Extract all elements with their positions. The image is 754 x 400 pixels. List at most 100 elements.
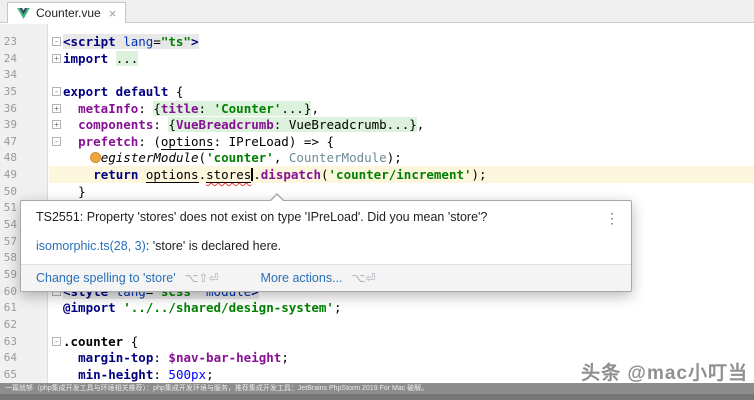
code-token: , [417,117,425,132]
kebab-menu-icon[interactable]: ⋮ [595,210,619,227]
code-line[interactable]: export default { [63,83,183,100]
line-number: 36 [2,101,17,116]
code-token: 500px [168,367,206,382]
line-number: 51 [2,200,17,215]
line-number: 63 [2,334,17,349]
code-token: { [153,101,161,116]
code-token: . [199,167,207,182]
fold-marker[interactable]: - [52,87,61,96]
line-number: 60 [2,284,17,299]
line-number: 54 [2,217,17,232]
code-row: 61 @import '../../shared/design-system'; [0,299,754,316]
code-token: title [161,101,199,116]
fold-marker[interactable]: + [52,120,61,129]
change-spelling-action[interactable]: Change spelling to 'store' [36,271,176,285]
ide-window: Counter.vue × 23-<script lang="ts">24+im… [0,0,754,400]
code-line[interactable]: <script lang="ts"> [63,33,199,50]
code-row: 34 [0,66,754,83]
line-number: 49 [2,167,17,182]
code-token: dispatch [261,167,321,182]
error-tooltip: TS2551: Property 'stores' does not exist… [20,200,632,292]
code-token: : [199,101,214,116]
code-token: : [138,101,153,116]
code-token: 'counter' [206,150,274,165]
line-number: 23 [2,34,17,49]
code-row: 39+components: {VueBreadcrumb: VueBreadc… [0,116,754,133]
code-token: : IPreLoad) => { [214,134,334,149]
code-token: ); [387,150,402,165]
code-token: margin-top [78,350,153,365]
tab-counter-vue[interactable]: Counter.vue × [7,2,126,23]
code-token: ; [334,300,342,315]
code-line[interactable]: metaInfo: {title: 'Counter'...}, [78,100,319,117]
code-row: 24+import ... [0,50,754,67]
code-token: 'Counter' [214,101,282,116]
code-token: "ts" [161,34,191,49]
line-number: 64 [2,350,17,365]
code-token: stores [206,167,251,183]
caption-bar: 一篇就够（php集成开发工具与环境相关推荐）：php集成开发环境与服务，推荐集成… [0,383,754,400]
line-number: 35 [2,84,17,99]
code-line[interactable]: margin-top: $nav-bar-height; [78,349,289,366]
editor-tab-bar: Counter.vue × [0,0,754,23]
fold-marker[interactable]: - [52,137,61,146]
code-token: { [123,334,138,349]
line-number: 58 [2,250,17,265]
code-token: lang [123,34,153,49]
code-line[interactable]: min-height: 500px; [78,366,214,383]
fold-marker[interactable]: - [52,337,61,346]
tab-title: Counter.vue [36,6,101,20]
code-line[interactable]: } [78,183,86,200]
fold-marker[interactable]: - [52,37,61,46]
code-row: 23 -<script lang="ts"> [0,33,754,50]
code-token: , [311,101,319,116]
line-number: 57 [2,234,17,249]
code-token: ( [321,167,329,182]
code-token: { [176,84,184,99]
code-row: 35 -export default { [0,83,754,100]
code-token: '../../shared/design-system' [123,300,334,315]
code-line[interactable]: prefetch: (options: IPreLoad) => { [78,133,334,150]
code-line[interactable]: @import '../../shared/design-system'; [63,299,341,316]
code-token: ( [199,150,207,165]
code-row: 62 [0,316,754,333]
code-line[interactable]: components: {VueBreadcrumb: VueBreadcrum… [78,116,424,133]
code-token: options [146,167,199,183]
code-token: prefetch [78,134,138,149]
fold-marker[interactable]: + [52,54,61,63]
code-token: registerModule [93,150,198,165]
reference-file-link[interactable]: isomorphic.ts(28, 3) [36,239,146,253]
code-line[interactable]: return options.stores.dispatch('counter/… [93,166,486,183]
code-token: : [153,350,168,365]
line-number: 50 [2,184,17,199]
code-token: ...} [281,101,311,116]
code-token: ; [281,350,289,365]
reference-text: : 'store' is declared here. [146,239,281,253]
code-line[interactable]: import ... [63,50,138,67]
line-number: 47 [2,134,17,149]
code-token: ; [206,367,214,382]
code-row: 49return options.stores.dispatch('counte… [0,166,754,183]
tooltip-actions: Change spelling to 'store' ⌥⇧⏎ More acti… [21,264,631,291]
code-token: VueBreadcrumb [176,117,274,132]
vue-logo-icon [17,8,30,19]
line-number: 34 [2,67,17,82]
code-token: components [78,117,153,132]
code-token: .counter [63,334,123,349]
code-row: 63 -.counter { [0,333,754,350]
line-number: 61 [2,300,17,315]
error-reference: isomorphic.ts(28, 3): 'store' is declare… [21,227,631,264]
more-actions-link[interactable]: More actions... [261,271,343,285]
fold-marker[interactable]: + [52,104,61,113]
code-token: export default [63,84,176,99]
code-line[interactable]: registerModule('counter', CounterModule)… [93,149,402,166]
code-token: > [191,34,199,49]
code-token: options [161,134,214,150]
code-token: CounterModule [289,150,387,165]
code-token: import [63,51,116,66]
close-icon[interactable]: × [109,6,117,21]
code-token: : [153,117,168,132]
code-token: ); [472,167,487,182]
change-spelling-shortcut: ⌥⇧⏎ [185,271,219,285]
code-line[interactable]: .counter { [63,333,138,350]
